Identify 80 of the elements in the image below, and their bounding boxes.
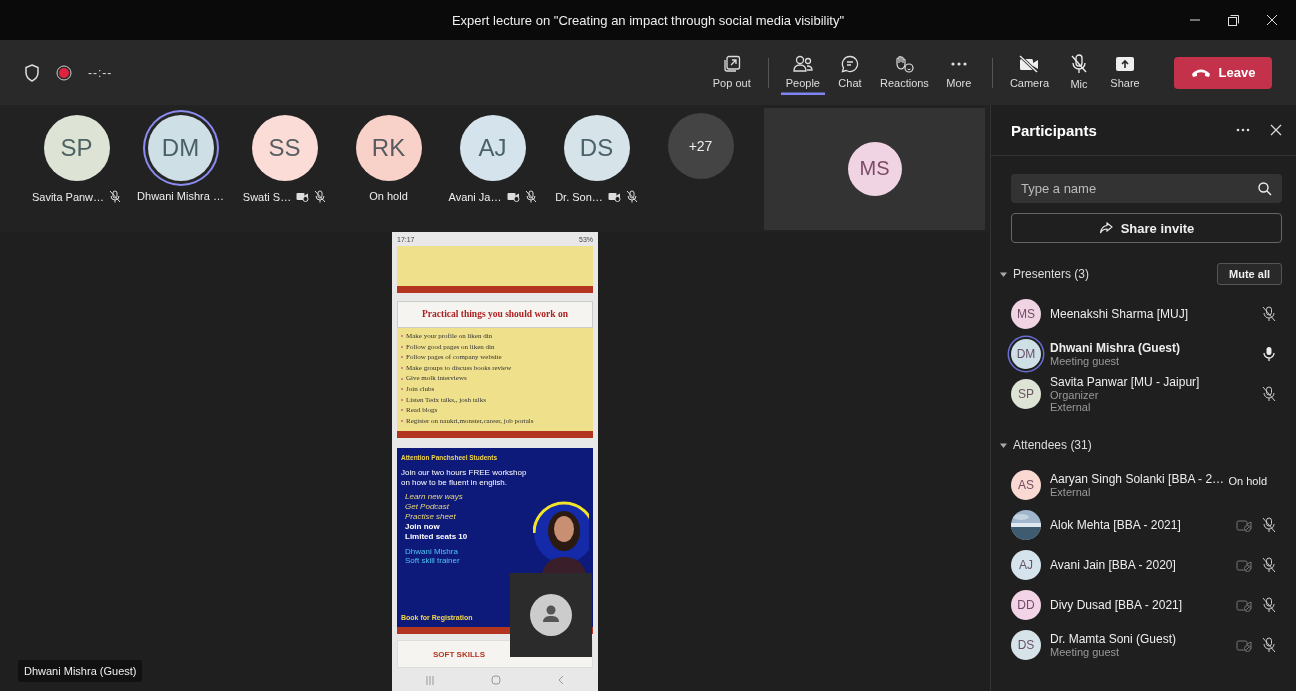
presenter-label: Dhwani Mishra (Guest) <box>18 660 143 683</box>
share-invite-button[interactable]: Share invite <box>1011 213 1282 243</box>
poster-text: Soft skill trainer <box>404 556 461 566</box>
participant-role: Meeting guest <box>1050 646 1121 658</box>
tool-button[interactable]: People <box>780 50 825 95</box>
participant-name: Dr. Son… <box>555 190 603 203</box>
leave-button[interactable]: Leave <box>1174 56 1272 89</box>
avatar: AJ <box>459 115 526 181</box>
poster-text: Join now <box>404 522 441 532</box>
shield-icon[interactable] <box>24 63 40 82</box>
avatar: DS <box>563 115 630 181</box>
maximize-icon[interactable] <box>1227 14 1240 27</box>
share-screen-icon <box>1115 54 1135 73</box>
search-icon <box>1258 182 1272 196</box>
meeting-timer: --:-- <box>88 65 113 80</box>
chat-icon <box>840 54 859 73</box>
participant-role: Organizer <box>1050 389 1100 401</box>
hold-status: On hold <box>1228 475 1267 487</box>
avatar: DS <box>1011 630 1041 660</box>
slide-title: Practical things you should work on <box>397 301 593 328</box>
poster-text: Dhwani Mishra <box>404 547 459 557</box>
avatar: AJ <box>1011 550 1041 580</box>
avatar: SS <box>251 115 318 181</box>
pop-out-icon <box>722 54 741 73</box>
participant-name: Dhwani Mishra (Guest) <box>1050 341 1181 355</box>
tool-button[interactable]: Mic <box>1058 49 1100 96</box>
poster-text: Join our two hours FREE workshop on how to be fluent in english. <box>401 468 528 489</box>
tool-button[interactable]: Pop out <box>707 50 756 95</box>
tool-button[interactable]: Reactions <box>874 50 934 95</box>
phone-icon <box>1190 67 1211 78</box>
camera-off-icon <box>1018 54 1041 73</box>
section-title[interactable]: Attendees (31) <box>1013 438 1092 452</box>
more-icon <box>950 61 967 66</box>
hand-smiley-icon <box>894 54 915 73</box>
tool-button[interactable]: Chat <box>828 50 871 95</box>
participant-role: External <box>1050 401 1092 413</box>
participant-name: On hold <box>369 190 408 202</box>
section-title[interactable]: Presenters (3) <box>1013 267 1090 281</box>
people-icon <box>792 54 813 73</box>
participant-name: Avani Jain [BBA - 2020] <box>1050 558 1177 572</box>
participant-name: Dhwani Mishra … <box>137 190 224 202</box>
close-icon[interactable] <box>1270 124 1282 136</box>
slide-title: SOFT SKILLS <box>433 649 485 659</box>
participant-name: Alok Mehta [BBA - 2021] <box>1050 518 1182 532</box>
participant-role: Meeting guest <box>1050 355 1121 367</box>
participant-name: Dr. Mamta Soni (Guest) <box>1050 632 1178 646</box>
tool-button[interactable]: Share <box>1104 50 1146 95</box>
avatar: AS <box>1011 470 1041 500</box>
avatar: MS <box>847 141 902 196</box>
mic-off-icon <box>1070 53 1088 74</box>
poster-text: Learn new ways <box>404 492 464 502</box>
participant-name: Divy Dusad [BBA - 2021] <box>1050 598 1184 612</box>
participant-name: Savita Panw… <box>31 190 105 203</box>
share-icon <box>1098 221 1113 235</box>
close-icon[interactable] <box>1266 14 1278 26</box>
caret-icon[interactable] <box>1000 270 1007 278</box>
participant-role: External <box>1050 486 1092 498</box>
mute-all-button[interactable]: Mute all <box>1217 263 1282 285</box>
participant-name: Avani Ja… <box>448 190 502 203</box>
avatar: DM <box>1011 339 1041 369</box>
overflow-count[interactable]: +27 <box>667 113 734 179</box>
avatar: RK <box>355 115 422 181</box>
tool-button[interactable]: Camera <box>1004 50 1054 95</box>
participant-name: Meenakshi Sharma [MUJ] <box>1050 307 1190 321</box>
poster-text: Get Podcast <box>404 502 451 512</box>
search-field[interactable]: Type a name <box>1011 174 1282 203</box>
poster-text: Practise sheet <box>404 512 457 522</box>
tool-button[interactable]: More <box>937 50 980 95</box>
avatar: SP <box>43 115 110 181</box>
poster-text: Limited seats 10 <box>404 532 469 542</box>
person-icon <box>530 594 572 636</box>
avatar: DD <box>1011 590 1041 620</box>
avatar: MS <box>1011 299 1041 329</box>
avatar: SP <box>1011 379 1041 409</box>
participant-name: Swati S… <box>242 190 292 203</box>
caret-icon[interactable] <box>1000 441 1007 449</box>
panel-title: Participants <box>1011 121 1098 139</box>
more-icon[interactable] <box>1236 128 1250 132</box>
participant-name: Savita Panwar [MU - Jaipur] <box>1050 375 1201 389</box>
window-title: Expert lecture on "Creating an impact through social media visibility" <box>451 12 845 28</box>
